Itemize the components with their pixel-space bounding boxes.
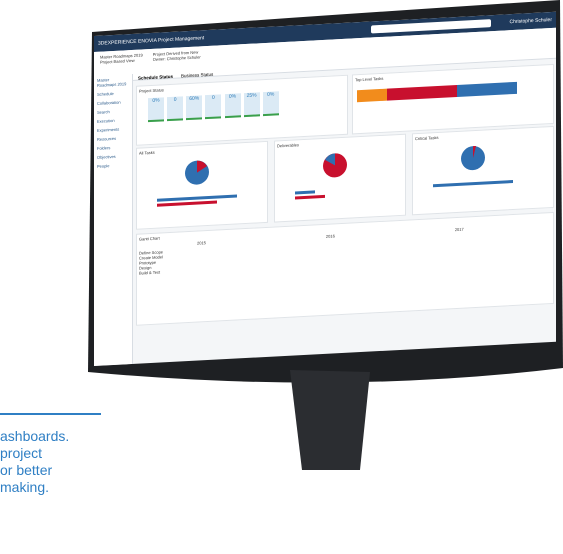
gantt-year: 2015 bbox=[197, 240, 206, 246]
top-level-tasks-panel: Top Level Tasks bbox=[352, 63, 554, 135]
caption-text: ashboards. project or better making. bbox=[0, 428, 120, 496]
sidebar-item[interactable]: People bbox=[94, 160, 132, 171]
caption-line: project bbox=[0, 445, 43, 461]
project-based-view[interactable]: Project Based View bbox=[100, 57, 143, 65]
bar-pending bbox=[295, 190, 315, 195]
gantt-year: 2016 bbox=[325, 233, 335, 239]
gantt-panel: Gantt Chart 2015 2016 2017 Define Scope … bbox=[136, 211, 554, 326]
status-tile[interactable]: 0 bbox=[205, 94, 222, 120]
critical-tasks-chart bbox=[433, 145, 513, 188]
top-level-tasks-bar bbox=[357, 81, 517, 103]
deliverables-chart bbox=[295, 153, 347, 200]
status-tile[interactable]: 0 bbox=[167, 96, 184, 122]
status-tile[interactable]: 60% bbox=[186, 95, 203, 121]
all-tasks-chart bbox=[157, 160, 237, 207]
accent-line bbox=[0, 413, 101, 415]
monitor: 3DEXPERIENCE ENOVIA Project Management C… bbox=[40, 0, 563, 470]
status-tile[interactable]: 0% bbox=[224, 93, 241, 119]
status-tile[interactable]: 0% bbox=[262, 91, 279, 117]
caption-line: ashboards. bbox=[0, 428, 70, 444]
bar-pending bbox=[457, 81, 517, 97]
gantt-year: 2017 bbox=[454, 226, 464, 233]
user-name[interactable]: Christophe Schuler bbox=[509, 17, 552, 25]
bar-overdue bbox=[157, 200, 217, 207]
deliverables-panel: Deliverables bbox=[274, 133, 406, 223]
project-status-panel: Project Status 0% 0 60% 0 0% 25% 0% bbox=[136, 74, 348, 146]
bar-late bbox=[357, 88, 387, 103]
critical-tasks-panel: Critical Tasks bbox=[412, 125, 554, 216]
project-meta: Owner: Christophe Schuler bbox=[152, 54, 201, 62]
bar-overdue bbox=[387, 84, 457, 101]
bar-pending bbox=[433, 180, 513, 188]
caption-line: making. bbox=[0, 479, 50, 495]
bar-overdue bbox=[295, 194, 325, 200]
status-tile[interactable]: 0% bbox=[148, 97, 164, 123]
caption-line: or better bbox=[0, 462, 53, 478]
status-tile[interactable]: 25% bbox=[243, 92, 260, 118]
all-tasks-panel: All Tasks bbox=[136, 140, 268, 230]
sidebar: Master Roadmaps 2019 Schedule Collaborat… bbox=[94, 73, 133, 367]
app-screen: 3DEXPERIENCE ENOVIA Project Management C… bbox=[94, 11, 556, 367]
main-content: Schedule Status Business Status Project … bbox=[134, 52, 556, 364]
bar-pending bbox=[157, 194, 237, 202]
